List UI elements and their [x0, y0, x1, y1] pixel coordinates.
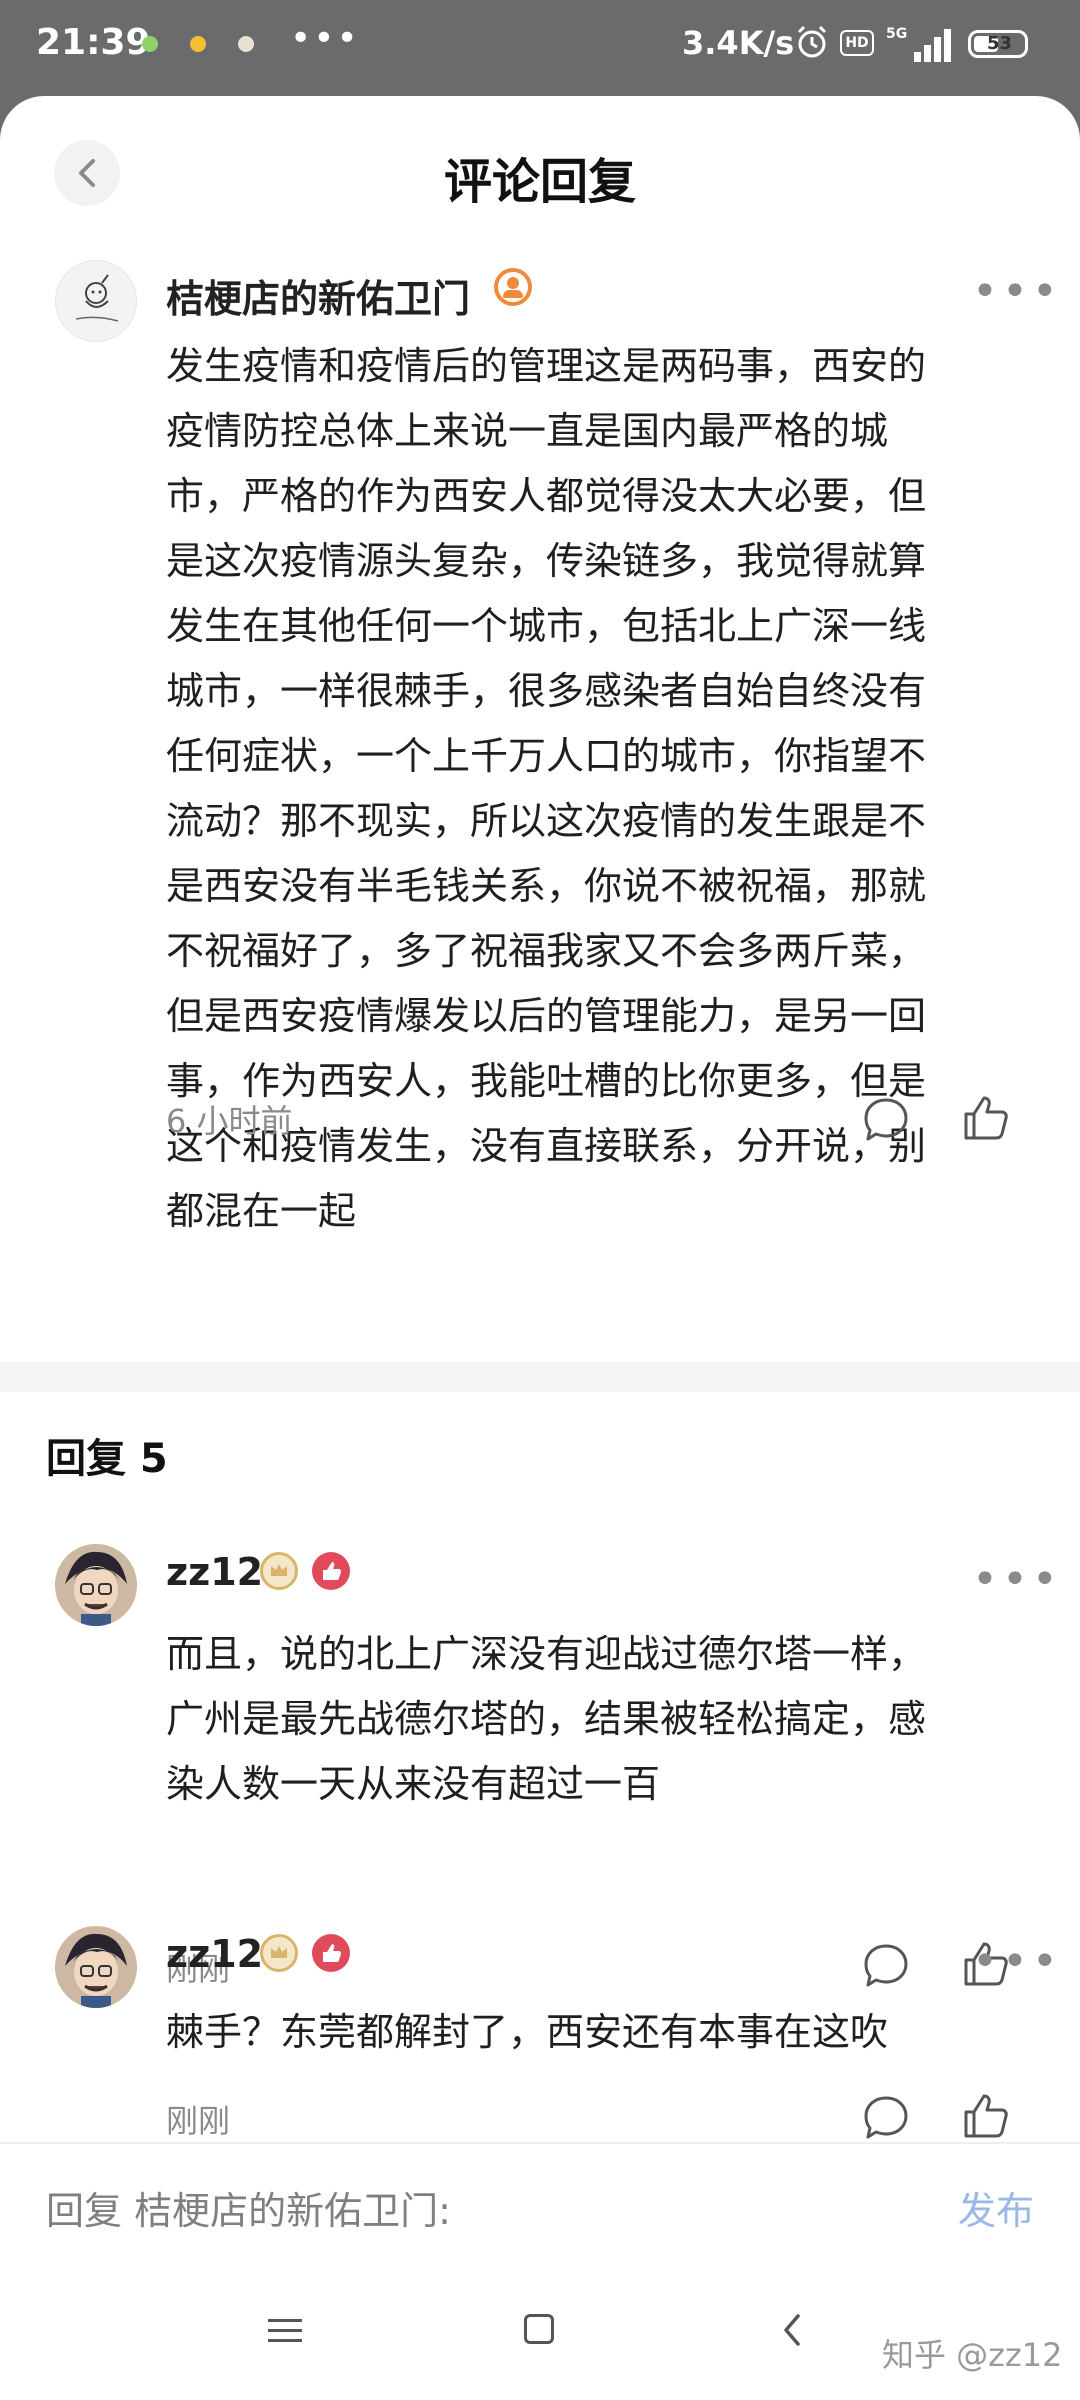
user-badge-icon [494, 268, 532, 306]
reply-icon[interactable] [860, 1940, 912, 1992]
reply-author[interactable]: zz12 [166, 1550, 263, 1594]
avatar[interactable] [55, 1926, 137, 2008]
reply-input-bar: 回复 桔梗店的新佑卫门: 发布 [0, 2142, 1080, 2262]
publish-button[interactable]: 发布 [958, 2180, 1034, 2235]
more-notifications-icon: ••• [290, 18, 360, 59]
reply-icon[interactable] [860, 2092, 912, 2144]
network-type: 5G [886, 26, 907, 42]
crown-badge-icon [260, 1552, 298, 1590]
more-options-button[interactable]: ••• [972, 1558, 1062, 1602]
comment-reply-sheet: 评论回复 桔梗店的新佑卫门 ••• 发生疫情和疫情后的管理这是两码事，西安的 疫… [0, 96, 1080, 2400]
status-bar: 21:39 ••• 3.4K/s HD 5G 53 [0, 0, 1080, 92]
reply-text: 而且，说的北上广深没有迎战过德尔塔一样， 广州是最先战德尔塔的，结果被轻松搞定，… [166, 1632, 927, 1806]
status-time: 21:39 [36, 22, 151, 63]
like-icon[interactable] [960, 1092, 1012, 1144]
crown-badge-icon [260, 1934, 298, 1972]
like-badge-icon [312, 1552, 350, 1590]
section-divider [0, 1362, 1080, 1392]
comment-time: 6 小时前 [166, 1102, 293, 1140]
page-title: 评论回复 [443, 154, 636, 210]
reply-time: 刚刚 [166, 2102, 231, 2140]
avatar[interactable] [55, 1544, 137, 1626]
more-options-button[interactable]: ••• [972, 270, 1062, 314]
reply-author[interactable]: zz12 [166, 1932, 263, 1976]
notification-icon [142, 36, 158, 52]
like-badge-icon [312, 1934, 350, 1972]
replies-count-heading: 回复 5 [46, 1436, 168, 1482]
like-icon[interactable] [960, 2090, 1012, 2142]
battery-level: 53 [987, 33, 1013, 54]
header: 评论回复 [0, 96, 1080, 246]
back-nav-icon[interactable] [780, 2312, 804, 2348]
watermark: 知乎 @zz12 [882, 2336, 1063, 2374]
reply-icon[interactable] [860, 1094, 912, 1146]
hd-icon: HD [840, 30, 874, 56]
notification-icon [190, 36, 206, 52]
signal-icon: 5G [886, 26, 951, 62]
avatar[interactable] [55, 260, 137, 342]
reply-input[interactable]: 回复 桔梗店的新佑卫门: [46, 2180, 451, 2235]
menu-icon[interactable] [268, 2318, 302, 2344]
network-speed: 3.4K/s [682, 24, 795, 62]
reply-text: 棘手？东莞都解封了，西安还有本事在这吹 [166, 2010, 889, 2054]
more-options-button[interactable]: ••• [972, 1940, 1062, 1984]
battery-icon: 53 [968, 30, 1028, 58]
alarm-icon [797, 25, 827, 58]
comment-author[interactable]: 桔梗店的新佑卫门 [166, 268, 470, 323]
notification-icon [238, 36, 254, 52]
home-icon[interactable] [524, 2314, 554, 2344]
